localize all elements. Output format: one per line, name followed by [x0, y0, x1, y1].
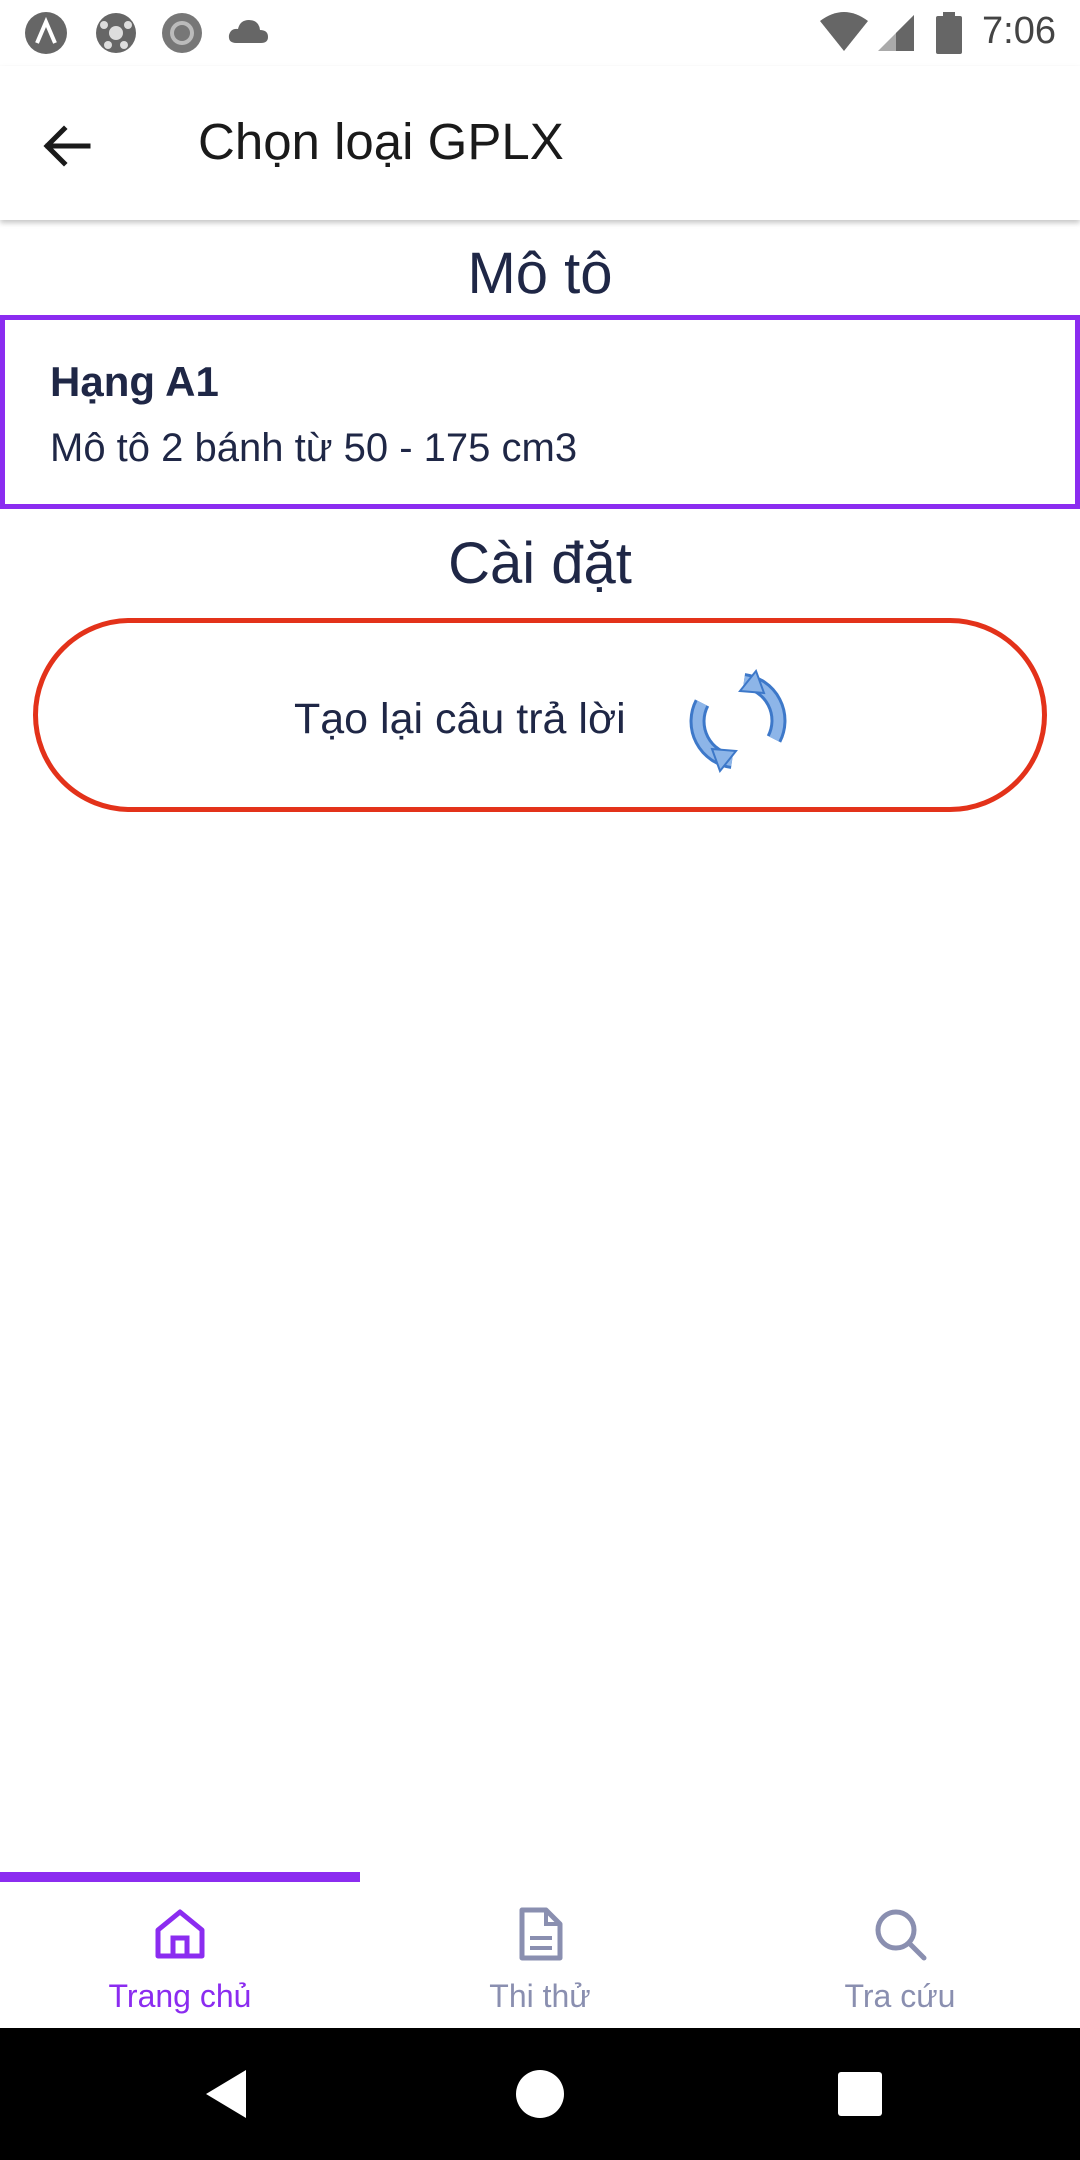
motorbike-section-title: Mô tô [467, 241, 613, 306]
tab-practice-test-label: Thi thử [489, 1978, 591, 2014]
battery-icon [934, 11, 964, 55]
license-name: Hạng A1 [50, 358, 219, 405]
signal-icon [874, 11, 918, 55]
active-tab-indicator [0, 1872, 360, 1882]
app-a-icon [24, 11, 68, 55]
tab-practice-test[interactable]: Thi thử [360, 1882, 720, 2028]
bottom-nav: Trang chủ Thi thử Tra cứu [0, 1872, 1080, 2028]
regenerate-answers-button[interactable]: Tạo lại câu trả lời [33, 618, 1047, 812]
tab-home-label: Trang chủ [108, 1978, 252, 2014]
settings-section-title: Cài đặt [448, 531, 632, 596]
app-bar: Chọn loại GPLX [0, 66, 1080, 220]
refresh-icon [682, 665, 794, 777]
tab-home[interactable]: Trang chủ [0, 1882, 360, 2028]
status-bar: 7:06 [0, 0, 1080, 66]
search-icon [875, 1909, 927, 1961]
tab-lookup-label: Tra cứu [844, 1978, 956, 2014]
license-description: Mô tô 2 bánh từ 50 - 175 cm3 [50, 426, 578, 470]
system-nav-bar [0, 2028, 1080, 2160]
cloud-icon [226, 11, 270, 55]
status-time: 7:06 [982, 10, 1056, 52]
home-icon [155, 1909, 205, 1959]
square-recents-icon [838, 2072, 882, 2116]
tab-lookup[interactable]: Tra cứu [720, 1882, 1080, 2028]
soccer-ball-icon [94, 11, 138, 55]
triangle-back-icon [206, 2070, 246, 2118]
document-icon [519, 1907, 563, 1961]
system-recents-button[interactable] [828, 2062, 892, 2126]
system-back-button[interactable] [196, 2062, 260, 2126]
page-title: Chọn loại GPLX [198, 113, 564, 170]
system-home-button[interactable] [508, 2062, 572, 2126]
arrow-left-icon [43, 125, 91, 167]
circle-home-icon [516, 2070, 564, 2118]
wifi-icon [818, 11, 870, 55]
regenerate-label: Tạo lại câu trả lời [294, 695, 626, 743]
circle-record-icon [160, 11, 204, 55]
license-card-a1[interactable]: Hạng A1 Mô tô 2 bánh từ 50 - 175 cm3 [0, 315, 1080, 509]
back-button[interactable] [30, 106, 110, 186]
